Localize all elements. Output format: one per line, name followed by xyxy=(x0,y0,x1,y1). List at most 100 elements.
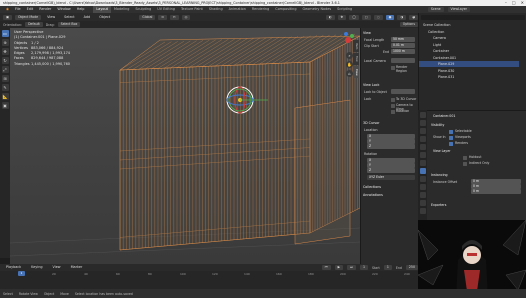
timeline-track[interactable]: 020406080100120140160180200220240 xyxy=(0,271,418,289)
render-tab-icon[interactable] xyxy=(419,120,426,126)
scene-selector[interactable]: Scene xyxy=(427,7,444,12)
editor-type-icon[interactable]: ▣ xyxy=(3,14,13,20)
cursor-y-field[interactable]: Y xyxy=(367,139,415,144)
transform-tool-icon[interactable]: ⊞ xyxy=(1,75,9,82)
orientation-dropdown[interactable]: Default xyxy=(25,22,43,27)
end-frame-field[interactable]: 250 xyxy=(405,265,418,270)
cursor-x-field[interactable]: X xyxy=(367,134,415,139)
menu-select[interactable]: Select xyxy=(61,14,77,21)
outliner-row[interactable]: Plane.030 xyxy=(438,68,454,74)
scene-tab-icon[interactable] xyxy=(419,144,426,150)
menu-marker[interactable]: Marker xyxy=(68,264,86,271)
rotation-mode-dropdown[interactable]: XYZ Euler xyxy=(367,175,415,180)
measure-tool-icon[interactable]: 📐 xyxy=(1,93,9,100)
to-3d-cursor-checkbox[interactable] xyxy=(391,98,395,102)
view-lock-header[interactable]: View Lock xyxy=(363,83,379,87)
tab-item[interactable]: Item xyxy=(353,40,359,52)
menu-edit[interactable]: Edit xyxy=(24,6,37,13)
tab-texture-paint[interactable]: Texture Paint xyxy=(178,6,206,13)
tab-uv-editing[interactable]: UV Editing xyxy=(154,6,178,13)
mode-dropdown[interactable]: Object Mode xyxy=(15,14,42,20)
tab-modeling[interactable]: Modeling xyxy=(111,6,132,13)
play-icon[interactable]: ▶ xyxy=(334,265,344,270)
add-cube-tool-icon[interactable]: ▣ xyxy=(1,102,9,109)
outliner-row[interactable]: Container xyxy=(433,48,449,54)
shading-wireframe-icon[interactable]: ◌ xyxy=(373,14,383,20)
shading-rendered-icon[interactable]: ◕ xyxy=(409,14,418,20)
object-name-field[interactable]: Container.001 xyxy=(433,114,455,118)
indirect-only-checkbox[interactable] xyxy=(463,162,467,166)
camera-to-view-checkbox[interactable] xyxy=(391,104,395,108)
current-frame-field[interactable]: 1 xyxy=(359,265,369,270)
xray-toggle-icon[interactable]: ▢ xyxy=(361,14,371,20)
tab-animation[interactable]: Animation xyxy=(226,6,249,13)
camera-view-icon[interactable]: ⌂ xyxy=(346,70,353,77)
collections-header[interactable]: Collections xyxy=(363,185,381,189)
menu-keying[interactable]: Keying xyxy=(28,264,45,271)
outliner-row[interactable]: Collection xyxy=(428,29,444,35)
jump-start-icon[interactable]: ⏮ xyxy=(321,265,331,270)
view-layer-tab-icon[interactable] xyxy=(419,136,426,142)
rotate-tool-icon[interactable]: ↻ xyxy=(1,57,9,64)
particles-tab-icon[interactable] xyxy=(419,184,426,190)
viewports-checkbox[interactable] xyxy=(449,136,453,140)
focal-length-field[interactable]: 50 mm xyxy=(391,37,415,42)
proportional-edit-icon[interactable]: ◎ xyxy=(181,14,191,20)
local-camera-field[interactable] xyxy=(391,58,415,63)
tab-sculpting[interactable]: Sculpting xyxy=(132,6,154,13)
constraints-tab-icon[interactable] xyxy=(419,200,426,206)
selectable-checkbox[interactable] xyxy=(449,130,453,134)
outliner-row[interactable]: Plane.031 xyxy=(438,74,454,80)
snap-icon[interactable]: ⊓ xyxy=(170,14,179,20)
drag-dropdown[interactable]: Select Box xyxy=(57,22,81,27)
tab-compositing[interactable]: Compositing xyxy=(272,6,299,13)
exporters-header[interactable]: Exporters xyxy=(431,203,446,207)
view-layer-subheader[interactable]: View Layer xyxy=(433,149,450,153)
tab-layout[interactable]: Layout xyxy=(93,6,111,13)
cursor-rot-z-field[interactable]: Z xyxy=(367,168,415,173)
outliner-row[interactable]: Container.001 xyxy=(433,55,456,61)
collection-tab-icon[interactable] xyxy=(419,160,426,166)
menu-playback[interactable]: Playback xyxy=(3,264,24,271)
start-frame-field[interactable]: 1 xyxy=(383,265,392,270)
tab-scripting[interactable]: Scripting xyxy=(334,6,355,13)
shading-solid-icon[interactable]: ● xyxy=(385,14,395,20)
annotate-tool-icon[interactable]: ✎ xyxy=(1,84,9,91)
select-box-tool-icon[interactable]: ▭ xyxy=(1,30,9,37)
cursor-rot-x-field[interactable]: X xyxy=(367,158,415,163)
instance-offset-y-field[interactable]: 0 m xyxy=(471,184,521,189)
cursor-tool-icon[interactable]: ⊕ xyxy=(1,39,9,46)
cursor-rot-y-field[interactable]: Y xyxy=(367,163,415,168)
menu-file[interactable]: File xyxy=(12,6,24,13)
shading-material-icon[interactable]: ◑ xyxy=(397,14,407,20)
instance-offset-x-field[interactable]: 0 m xyxy=(471,179,521,184)
pivot-icon[interactable]: ⊙ xyxy=(158,14,168,20)
modifier-tab-icon[interactable] xyxy=(419,176,426,182)
holdout-checkbox[interactable] xyxy=(463,156,467,160)
scale-tool-icon[interactable]: ⤢ xyxy=(1,66,9,73)
visibility-header[interactable]: Visibility xyxy=(431,123,444,127)
outliner-row[interactable]: Light xyxy=(433,42,441,48)
tab-rendering[interactable]: Rendering xyxy=(249,6,272,13)
tab-tool[interactable]: Tool xyxy=(353,53,359,65)
pan-icon[interactable]: ✋ xyxy=(346,61,353,68)
renders-checkbox[interactable] xyxy=(449,142,453,146)
gizmo-toggle-icon[interactable]: ✥ xyxy=(337,14,347,20)
menu-object[interactable]: Object xyxy=(96,14,113,21)
3d-cursor-header[interactable]: 3D Cursor xyxy=(363,121,380,125)
section-view-header[interactable]: View xyxy=(363,31,371,35)
world-tab-icon[interactable] xyxy=(419,152,426,158)
outliner-row[interactable]: Camera xyxy=(433,35,446,41)
cursor-z-field[interactable]: Z xyxy=(367,144,415,149)
tab-view[interactable]: View xyxy=(353,66,359,78)
output-tab-icon[interactable] xyxy=(419,128,426,134)
playhead[interactable]: 1 xyxy=(18,271,25,276)
transform-orientation-dropdown[interactable]: Global xyxy=(139,14,156,20)
annotations-header[interactable]: Annotations xyxy=(363,193,383,197)
menu-render[interactable]: Render xyxy=(36,6,54,13)
clip-end-field[interactable]: 1000 m xyxy=(391,49,415,54)
options-dropdown[interactable]: Options xyxy=(399,22,418,27)
lock-rotation-checkbox[interactable] xyxy=(391,110,395,114)
instance-offset-z-field[interactable]: 0 m xyxy=(471,189,521,194)
physics-tab-icon[interactable] xyxy=(419,192,426,198)
